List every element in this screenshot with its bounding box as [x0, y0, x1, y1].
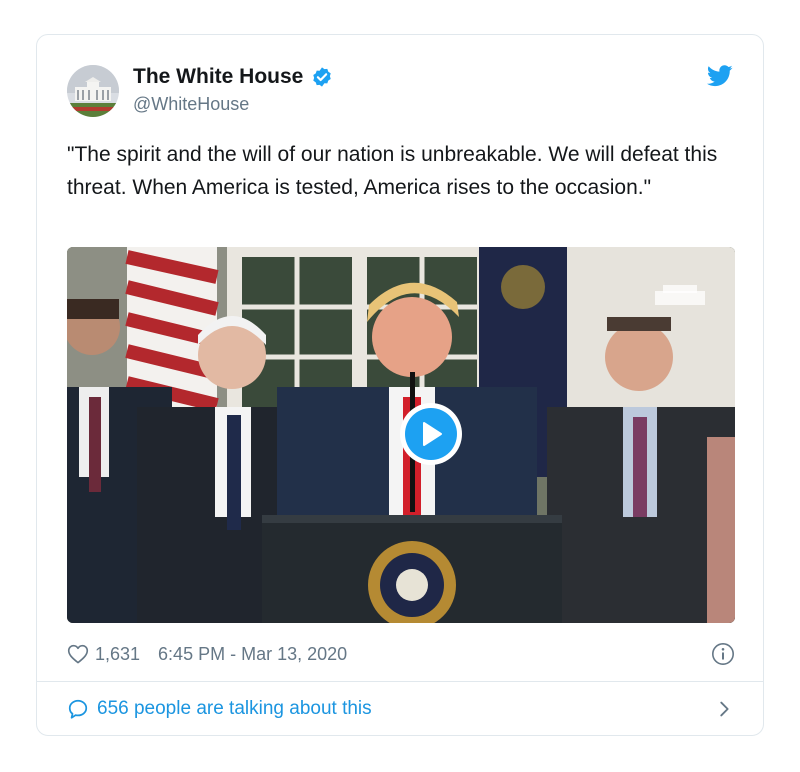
tweet-text: "The spirit and the will of our nation i…: [67, 143, 718, 199]
info-icon[interactable]: [711, 642, 735, 666]
chevron-right-icon[interactable]: [713, 698, 735, 720]
conversation-label[interactable]: 656 people are talking about this: [97, 698, 372, 720]
account-name-row[interactable]: The White House: [133, 65, 333, 89]
divider: [37, 681, 763, 682]
play-button-circle: [405, 408, 457, 460]
tweet-card[interactable]: The White House @WhiteHouse "The spirit …: [36, 34, 764, 736]
white-house-avatar-icon: [67, 65, 119, 117]
play-icon: [423, 422, 442, 446]
play-button[interactable]: [400, 403, 462, 465]
account-name[interactable]: The White House: [133, 65, 303, 89]
account-handle[interactable]: @WhiteHouse: [133, 94, 249, 115]
verified-badge-icon: [313, 67, 332, 87]
comment-bubble-icon: [68, 699, 88, 719]
avatar[interactable]: [67, 65, 119, 117]
heart-icon[interactable]: [67, 644, 89, 664]
video-media[interactable]: [67, 247, 735, 623]
conversation-link[interactable]: 656 people are talking about this: [67, 695, 735, 723]
like-count[interactable]: 1,631: [95, 644, 140, 665]
twitter-bird-icon[interactable]: [707, 65, 733, 87]
tweet-timestamp[interactable]: 6:45 PM - Mar 13, 2020: [158, 644, 347, 665]
tweet-meta-row: 1,631 6:45 PM - Mar 13, 2020: [67, 641, 735, 667]
